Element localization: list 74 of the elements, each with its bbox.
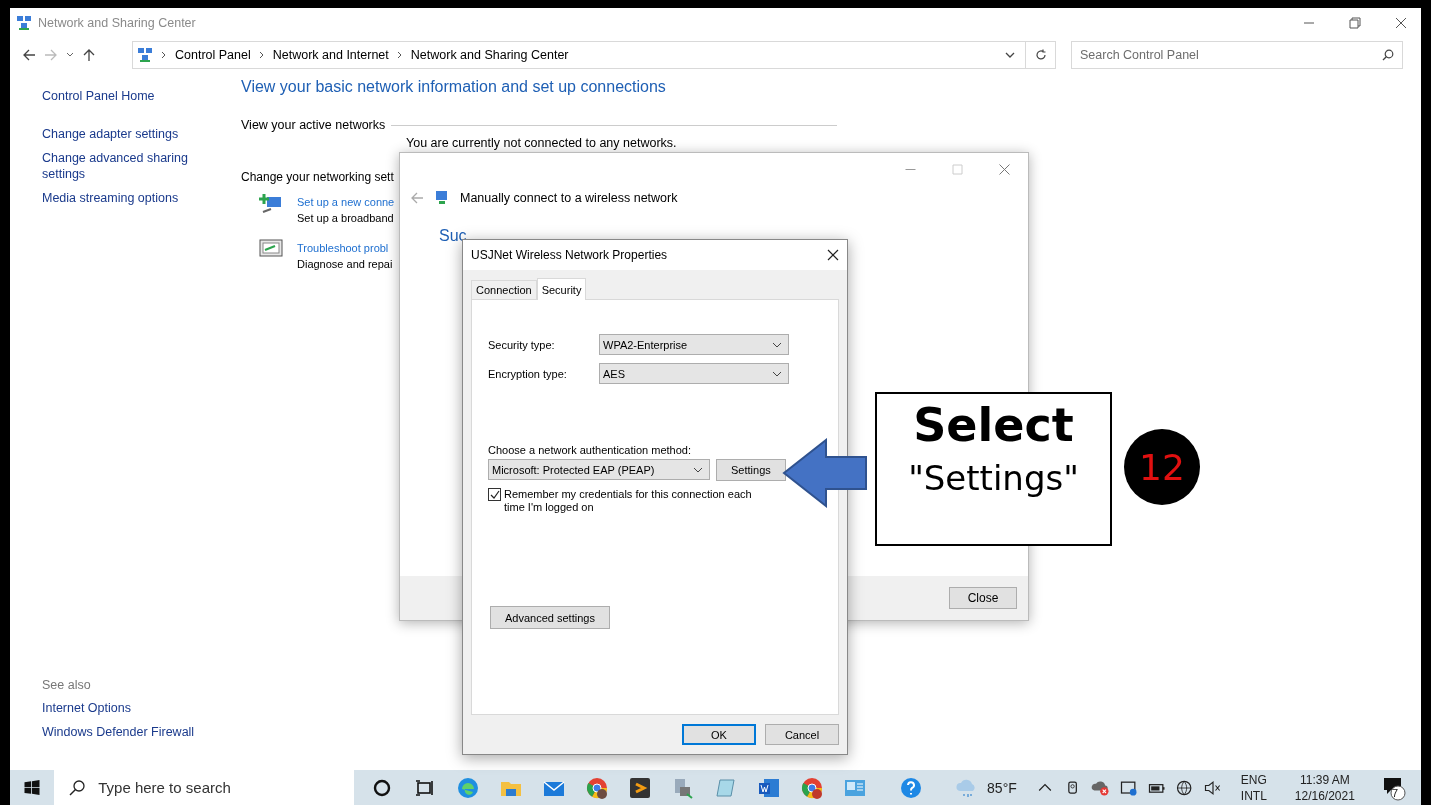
breadcrumb[interactable]: Network and Sharing Center	[410, 48, 569, 62]
field-label: Security type:	[488, 338, 556, 351]
language-indicator[interactable]: ENG INTL	[1240, 771, 1267, 804]
troubleshoot-icon	[259, 238, 283, 260]
task-description: Set up a broadband	[297, 212, 394, 224]
weather-temperature[interactable]: 85°F	[987, 779, 1017, 796]
settings-button[interactable]: Settings	[716, 459, 786, 481]
maximize-icon	[952, 163, 963, 175]
chevron-right-icon	[161, 51, 167, 59]
chevron-down-icon	[772, 341, 782, 348]
close-icon[interactable]	[827, 249, 839, 261]
address-bar[interactable]: Control Panel Network and Internet Network and Sharing Center	[132, 41, 1026, 69]
field-label: Choose a network authentication method:	[488, 444, 693, 456]
window-title: Network and Sharing Center	[38, 16, 197, 30]
task-link[interactable]: Set up a new conne	[297, 192, 395, 212]
dropdown[interactable]: WPA2-Enterprise	[599, 334, 789, 355]
browser-icon[interactable]	[456, 775, 481, 800]
app-icon[interactable]	[628, 775, 653, 800]
chevron-down-icon[interactable]	[66, 51, 74, 59]
search-icon	[1382, 49, 1394, 61]
close-icon[interactable]	[1395, 17, 1407, 29]
search-icon	[68, 778, 87, 797]
network-icon	[137, 47, 153, 63]
chevron-right-icon	[396, 51, 403, 59]
dialog-button[interactable]: Cancel	[765, 724, 839, 745]
search-field[interactable]: Search Control Panel	[1071, 41, 1403, 69]
network-icon	[16, 15, 32, 31]
up-arrow-icon[interactable]	[82, 48, 96, 62]
restore-icon[interactable]	[1349, 17, 1361, 29]
browser-icon[interactable]	[800, 775, 825, 800]
dropdown[interactable]: Microsoft: Protected EAP (PEAP)	[488, 459, 710, 480]
advanced-settings-button[interactable]: Advanced settings	[490, 606, 610, 629]
checkbox[interactable]	[488, 488, 501, 501]
notification-count: 7	[1391, 786, 1398, 799]
status-text: You are currently not connected to any networks.	[406, 136, 678, 150]
refresh-icon[interactable]	[1034, 49, 1047, 61]
field-label: Encryption type:	[488, 367, 568, 380]
sidebar-link[interactable]: Control Panel Home	[42, 88, 197, 104]
clock[interactable]: 11:39 AM 12/16/2021	[1294, 771, 1355, 804]
arrow-icon	[782, 438, 868, 508]
see-also-heading: See also	[42, 678, 92, 692]
checkbox-label: Remember my credentials for this connection each time I'm logged on	[504, 488, 753, 514]
network-add-icon	[259, 192, 283, 216]
page-heading: View your basic network information and set up connections	[241, 78, 667, 96]
dropdown[interactable]: AES	[599, 363, 789, 384]
callout-text: "Settings"	[908, 458, 1079, 498]
task-link[interactable]: Troubleshoot probl	[297, 238, 389, 258]
wizard-title: Manually connect to a wireless network	[460, 191, 678, 205]
sidebar-link[interactable]: Media streaming options	[42, 190, 197, 206]
callout-title: Select	[913, 398, 1074, 452]
taskbar-search-field[interactable]: Type here to search	[54, 770, 355, 805]
chevron-right-icon	[258, 51, 265, 59]
step-badge: 12	[1124, 429, 1200, 505]
tab[interactable]: Security	[536, 278, 587, 300]
sidebar-link[interactable]: Change adapter settings	[42, 126, 197, 142]
breadcrumb[interactable]: Network and Internet	[272, 48, 389, 62]
help-icon[interactable]	[899, 775, 924, 800]
dialog-button[interactable]: OK	[682, 724, 756, 745]
chevron-down-icon	[693, 466, 703, 473]
wireless-network-icon	[434, 190, 450, 206]
tab[interactable]: Connection	[471, 280, 537, 299]
chevron-down-icon[interactable]	[1005, 51, 1015, 59]
section-label: Change your networking sett	[241, 170, 395, 184]
browser-icon[interactable]	[585, 775, 610, 800]
see-also-link[interactable]: Windows Defender Firewall	[42, 724, 197, 740]
dialog-title: USJNet Wireless Network Properties	[471, 248, 668, 262]
sidebar-link[interactable]: Change advanced sharing settings	[42, 150, 197, 182]
close-button[interactable]: Close	[949, 587, 1017, 609]
chevron-down-icon	[772, 370, 782, 377]
breadcrumb[interactable]: Control Panel	[175, 48, 251, 62]
see-also-link[interactable]: Internet Options	[42, 700, 197, 716]
back-arrow-icon[interactable]	[22, 48, 36, 62]
task-description: Diagnose and repai	[297, 258, 393, 270]
section-label: View your active networks	[241, 118, 386, 132]
